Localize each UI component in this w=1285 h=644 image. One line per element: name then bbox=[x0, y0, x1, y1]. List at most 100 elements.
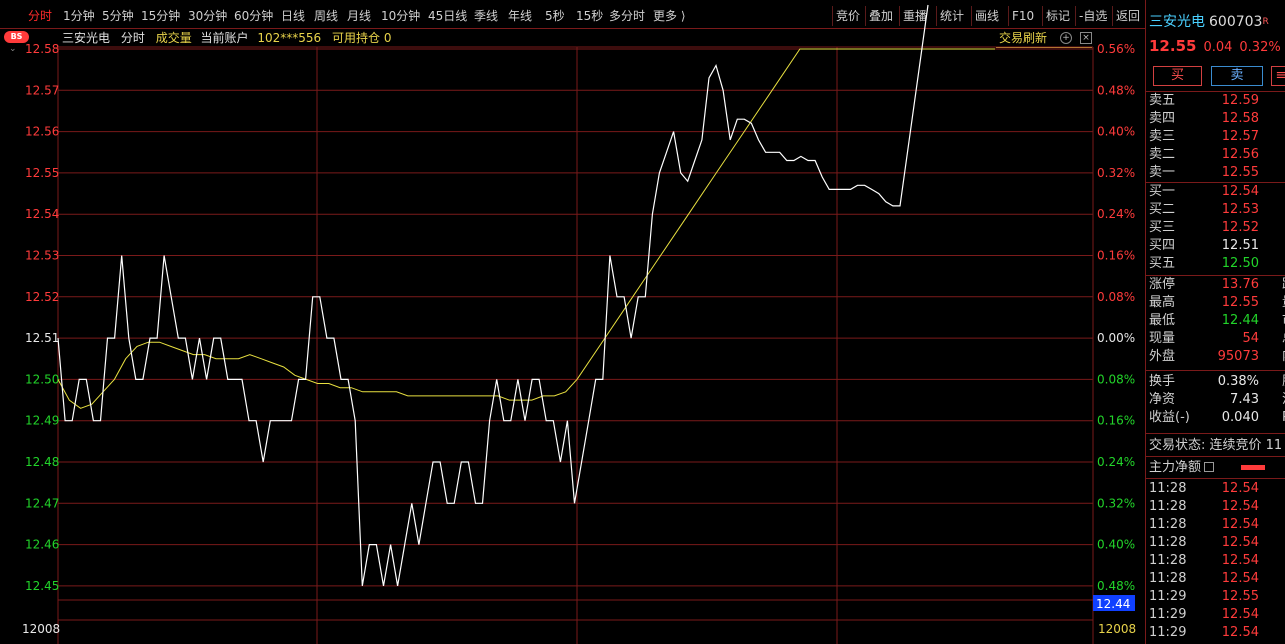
ask-row-label: 卖一 bbox=[1149, 165, 1176, 180]
stat-row[interactable]: 换手0.38%股本 bbox=[1146, 374, 1285, 392]
right-axis-label: 0.16% bbox=[1097, 249, 1135, 263]
trade-status-label: 交易状态: bbox=[1149, 438, 1206, 453]
stat-row-label: 净资 bbox=[1149, 392, 1176, 407]
tick-time: 11:28 bbox=[1149, 499, 1187, 514]
tick-time: 11:29 bbox=[1149, 589, 1187, 604]
stat-row-label: 最高 bbox=[1149, 295, 1176, 310]
ask-row-value: 12.58 bbox=[1221, 111, 1259, 126]
bid-row[interactable]: 买四 12.51 bbox=[1146, 238, 1285, 256]
stat-row-label: 最低 bbox=[1149, 313, 1176, 328]
right-axis-label: 0.48% bbox=[1097, 83, 1135, 97]
stat-row[interactable]: 外盘95073内盘 bbox=[1146, 349, 1285, 367]
quote-price-line: 12.55 0.04 0.32% bbox=[1149, 38, 1281, 56]
bid-row-value: 12.51 bbox=[1221, 238, 1259, 253]
tick-price: 12.54 bbox=[1221, 535, 1259, 550]
tick-price: 12.54 bbox=[1221, 481, 1259, 496]
bid-row-value: 12.50 bbox=[1221, 256, 1259, 271]
stat-row[interactable]: 净资7.43流通 bbox=[1146, 392, 1285, 410]
stat-row-value: 0.38% bbox=[1217, 374, 1259, 389]
right-axis-label: 0.40% bbox=[1097, 125, 1135, 139]
ask-row[interactable]: 卖三 12.57 bbox=[1146, 129, 1285, 147]
ask-row[interactable]: 卖五 12.59 bbox=[1146, 93, 1285, 111]
sell-button[interactable]: 卖 bbox=[1211, 66, 1263, 86]
quote-panel: 三安光电600703R 12.55 0.04 0.32% 买 卖 ≡ 卖五 12.59… bbox=[1145, 0, 1285, 644]
tick-time: 11:28 bbox=[1149, 481, 1187, 496]
left-axis-label: 12.52 bbox=[25, 290, 59, 304]
right-percent-axis: 0.56% 0.48% 0.40% 0.32% 0.24% 0.16% 0.08% 0.00%… bbox=[1097, 42, 1135, 593]
price-line bbox=[57, 4, 929, 587]
intraday-chart[interactable]: 12.58 12.57 12.56 12.55 12.54 12.53 12.52 12.51… bbox=[0, 0, 1145, 644]
net-flow-icon[interactable] bbox=[1204, 462, 1215, 472]
tick-price: 12.54 bbox=[1221, 571, 1259, 586]
ask-row[interactable]: 卖四 12.58 bbox=[1146, 111, 1285, 129]
tick-time: 11:28 bbox=[1149, 517, 1187, 532]
left-axis-label: 12.47 bbox=[25, 496, 59, 510]
tick-row: 11:28 12.54 bbox=[1146, 535, 1285, 553]
right-axis-label: 0.24% bbox=[1097, 455, 1135, 469]
bid-row[interactable]: 买五 12.50 bbox=[1146, 256, 1285, 274]
avg-price-line bbox=[57, 48, 995, 409]
more-button[interactable]: ≡ bbox=[1271, 66, 1285, 86]
tick-time: 11:29 bbox=[1149, 607, 1187, 622]
price-change: 0.04 bbox=[1203, 40, 1233, 55]
ask-row-label: 卖三 bbox=[1149, 129, 1176, 144]
ask-row[interactable]: 卖二 12.56 bbox=[1146, 147, 1285, 165]
bid-row[interactable]: 买一 12.54 bbox=[1146, 184, 1285, 202]
tick-row: 11:29 12.54 bbox=[1146, 607, 1285, 625]
right-axis-label: 0.24% bbox=[1097, 207, 1135, 221]
bid-row[interactable]: 买二 12.53 bbox=[1146, 202, 1285, 220]
bid-row-value: 12.53 bbox=[1221, 202, 1259, 217]
stat-row[interactable]: 现量54总量 bbox=[1146, 331, 1285, 349]
stat-row[interactable]: 最低12.44市值 bbox=[1146, 313, 1285, 331]
right-axis-label: 0.08% bbox=[1097, 372, 1135, 386]
stat-row-label: 涨停 bbox=[1149, 277, 1176, 292]
price-tag: 12.44 bbox=[1096, 597, 1130, 611]
ask-row-label: 卖二 bbox=[1149, 147, 1176, 162]
volume-axis-right: 12008 bbox=[1098, 622, 1136, 636]
left-axis-label: 12.50 bbox=[25, 372, 59, 386]
bid-row-value: 12.52 bbox=[1221, 220, 1259, 235]
stat-row-value: 13.76 bbox=[1221, 277, 1259, 292]
stat-row[interactable]: 最高12.55量比 bbox=[1146, 295, 1285, 313]
left-axis-label: 12.46 bbox=[25, 538, 59, 552]
bid-row[interactable]: 买三 12.52 bbox=[1146, 220, 1285, 238]
right-axis-label: 0.56% bbox=[1097, 42, 1135, 56]
tick-row: 11:28 12.54 bbox=[1146, 517, 1285, 535]
left-axis-label: 12.54 bbox=[25, 207, 59, 221]
right-axis-label: 0.48% bbox=[1097, 579, 1135, 593]
ask-row[interactable]: 卖一 12.55 bbox=[1146, 165, 1285, 183]
left-price-axis: 12.58 12.57 12.56 12.55 12.54 12.53 12.52 12.51… bbox=[25, 42, 59, 593]
stat-row-label: 收益(-) bbox=[1149, 410, 1190, 425]
tick-time: 11:28 bbox=[1149, 571, 1187, 586]
stat-row-label: 外盘 bbox=[1149, 349, 1176, 364]
buy-button[interactable]: 买 bbox=[1153, 66, 1202, 86]
tick-row: 11:28 12.54 bbox=[1146, 571, 1285, 589]
right-axis-label: 0.32% bbox=[1097, 496, 1135, 510]
right-axis-label: 0.08% bbox=[1097, 290, 1135, 304]
tick-row: 11:28 12.54 bbox=[1146, 553, 1285, 571]
left-axis-label: 12.51 bbox=[25, 331, 59, 345]
price-change-pct: 0.32% bbox=[1239, 40, 1281, 55]
ask-row-label: 卖四 bbox=[1149, 111, 1176, 126]
trade-status-value: 连续竞价 11 bbox=[1209, 438, 1283, 453]
chart-vertical-grid bbox=[316, 47, 838, 644]
net-flow[interactable]: 主力净额 bbox=[1149, 460, 1215, 476]
trade-status: 交易状态: 连续竞价 11 bbox=[1149, 438, 1282, 454]
stat-row[interactable]: 收益(-)0.040PE( bbox=[1146, 410, 1285, 428]
tick-price: 12.54 bbox=[1221, 607, 1259, 622]
tick-price: 12.54 bbox=[1221, 499, 1259, 514]
left-axis-label: 12.53 bbox=[25, 249, 59, 263]
left-axis-label: 12.56 bbox=[25, 125, 59, 139]
stat-row[interactable]: 涨停13.76跌停 bbox=[1146, 277, 1285, 295]
quote-stock-code: 600703 bbox=[1209, 14, 1263, 30]
quote-stock-name[interactable]: 三安光电 bbox=[1149, 14, 1205, 30]
quote-title: 三安光电 600703R bbox=[1149, 14, 1269, 30]
left-axis-label: 12.48 bbox=[25, 455, 59, 469]
right-axis-label: 0.32% bbox=[1097, 166, 1135, 180]
stat-row-value: 0.040 bbox=[1221, 410, 1259, 425]
bid-row-label: 买一 bbox=[1149, 184, 1176, 199]
tick-row: 11:29 12.55 bbox=[1146, 589, 1285, 607]
bid-row-label: 买二 bbox=[1149, 202, 1176, 217]
left-axis-label: 12.49 bbox=[25, 414, 59, 428]
volume-axis-left: 12008 bbox=[22, 622, 60, 636]
